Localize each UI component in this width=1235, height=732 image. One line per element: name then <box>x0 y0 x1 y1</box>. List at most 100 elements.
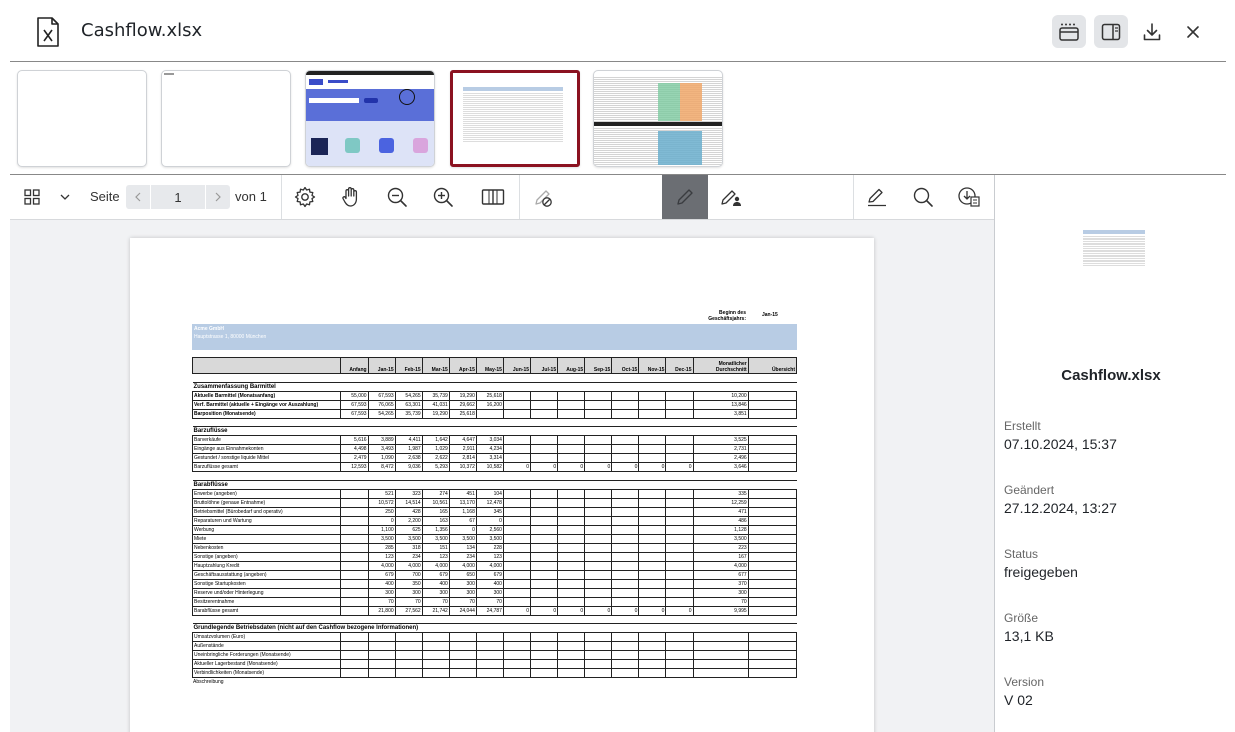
table-cell <box>611 390 640 401</box>
row-label: Gestundet / sonstige liquide Mittel <box>191 453 342 464</box>
table-cell: 123 <box>421 551 450 562</box>
table-cell <box>557 408 586 419</box>
thumbnail-blank-2[interactable] <box>161 70 291 167</box>
table-cell <box>665 578 694 589</box>
table-row: Hauptzahlung Kredit 4,000 4,000 4,000 4,000 4… <box>191 560 798 571</box>
table-cell: 8,472 <box>367 462 396 473</box>
table-cell: 0 <box>530 605 559 616</box>
download-button[interactable] <box>1135 15 1169 48</box>
table-cell <box>747 533 798 544</box>
table-cell: 350 <box>394 578 423 589</box>
table-row: Aktueller Lagerbestand (Monatsende) <box>191 659 798 670</box>
document-viewer[interactable]: Beginn des Geschäftsjahrs: Jan-15 Acme G… <box>10 220 994 732</box>
table-cell <box>340 542 369 553</box>
thumbnail-nav-text <box>328 80 348 83</box>
close-button[interactable] <box>1176 15 1210 48</box>
row-label: Reserve und/oder Hinterlegung <box>191 587 342 598</box>
page-number-input[interactable]: 1 <box>150 185 206 209</box>
search-button[interactable] <box>900 175 946 219</box>
table-cell: 300 <box>394 587 423 598</box>
table-cell <box>530 515 559 526</box>
table-cell <box>448 668 477 679</box>
table-cell <box>584 506 613 517</box>
table-cell: 400 <box>367 578 396 589</box>
table-cell: 345 <box>475 506 504 517</box>
table-cell <box>611 650 640 661</box>
section-title: Grundlegende Betriebsdaten (nicht auf de… <box>192 623 797 634</box>
table-cell <box>475 632 504 643</box>
table-cell <box>502 551 532 562</box>
table-cell: 21,742 <box>421 605 450 616</box>
grid-view-button[interactable] <box>18 175 46 219</box>
table-row: Reserve und/oder Hinterlegung 300 300 300 30… <box>191 587 798 598</box>
table-cell: 4,000 <box>475 560 504 571</box>
thumbnail-strip-icon <box>1059 23 1079 41</box>
table-cell <box>747 659 798 670</box>
table-cell <box>584 542 613 553</box>
dual-page-view-button[interactable] <box>470 175 516 219</box>
draw-tool-button[interactable] <box>662 175 708 219</box>
table-cell: 3,493 <box>367 444 396 455</box>
table-cell: 67 <box>448 515 477 526</box>
table-cell: 4,647 <box>448 435 477 446</box>
table-cell <box>692 632 749 643</box>
file-title: Cashflow.xlsx <box>81 20 203 41</box>
pan-tool-button[interactable] <box>328 175 374 219</box>
grid-icon <box>24 189 40 205</box>
table-cell <box>421 650 450 661</box>
table-cell: 700 <box>394 569 423 580</box>
column-header: Monatlicher Durchschnitt <box>692 357 749 374</box>
table-cell <box>747 390 798 401</box>
thumbnail-help-center[interactable] <box>305 70 435 167</box>
sidebar-panel-icon <box>1101 23 1121 40</box>
footer-row-label: Abschreibung <box>193 679 224 686</box>
annotate-button[interactable] <box>854 175 900 219</box>
zoom-in-button[interactable] <box>420 175 466 219</box>
thumbnail-spreadsheet-colored[interactable] <box>593 70 723 167</box>
table-cell <box>665 650 694 661</box>
signature-tool-button[interactable] <box>708 175 754 219</box>
spacer-row <box>192 373 797 383</box>
table-cell <box>340 578 369 589</box>
spacer-row <box>192 471 797 481</box>
table-cell: 67,593 <box>340 408 369 419</box>
table-row: Geschäftsausstattung (angeben) 679 700 679 6… <box>191 569 798 580</box>
table-cell <box>747 399 798 410</box>
table-cell <box>557 453 586 464</box>
table-cell <box>340 587 369 598</box>
table-cell: 4,000 <box>367 560 396 571</box>
table-cell <box>665 542 694 553</box>
annotation-hide-button[interactable] <box>520 175 566 219</box>
table-cell <box>584 551 613 562</box>
table-cell <box>584 533 613 544</box>
table-cell <box>747 408 798 419</box>
table-cell: 2,479 <box>340 453 369 464</box>
view-dropdown-button[interactable] <box>56 175 74 219</box>
table-cell <box>340 668 369 679</box>
created-value: 07.10.2024, 15:37 <box>1004 436 1117 452</box>
table-cell <box>557 399 586 410</box>
table-cell <box>367 632 396 643</box>
row-label: Besitzerentnahme <box>191 596 342 607</box>
thumbnail-strip-toggle-button[interactable] <box>1052 15 1086 48</box>
table-cell <box>530 435 559 446</box>
section-title: Barabflüsse <box>192 479 797 490</box>
thumbnail-cashflow-selected[interactable] <box>450 70 580 167</box>
table-cell <box>340 569 369 580</box>
next-page-button[interactable] <box>206 185 230 209</box>
close-icon <box>1187 25 1199 38</box>
thumbnail-blank-1[interactable] <box>17 70 147 167</box>
table-cell <box>502 399 532 410</box>
table-cell <box>692 659 749 670</box>
settings-button[interactable] <box>282 175 328 219</box>
table-cell: 14,514 <box>394 497 423 508</box>
table-cell <box>611 578 640 589</box>
zoom-out-button[interactable] <box>374 175 420 219</box>
save-download-button[interactable] <box>946 175 992 219</box>
thumbnail-orange-block <box>680 83 702 121</box>
table-cell: 3,500 <box>692 533 749 544</box>
sidebar-toggle-button[interactable] <box>1094 15 1128 48</box>
table-cell <box>638 533 667 544</box>
table-cell <box>502 560 532 571</box>
prev-page-button[interactable] <box>126 185 150 209</box>
